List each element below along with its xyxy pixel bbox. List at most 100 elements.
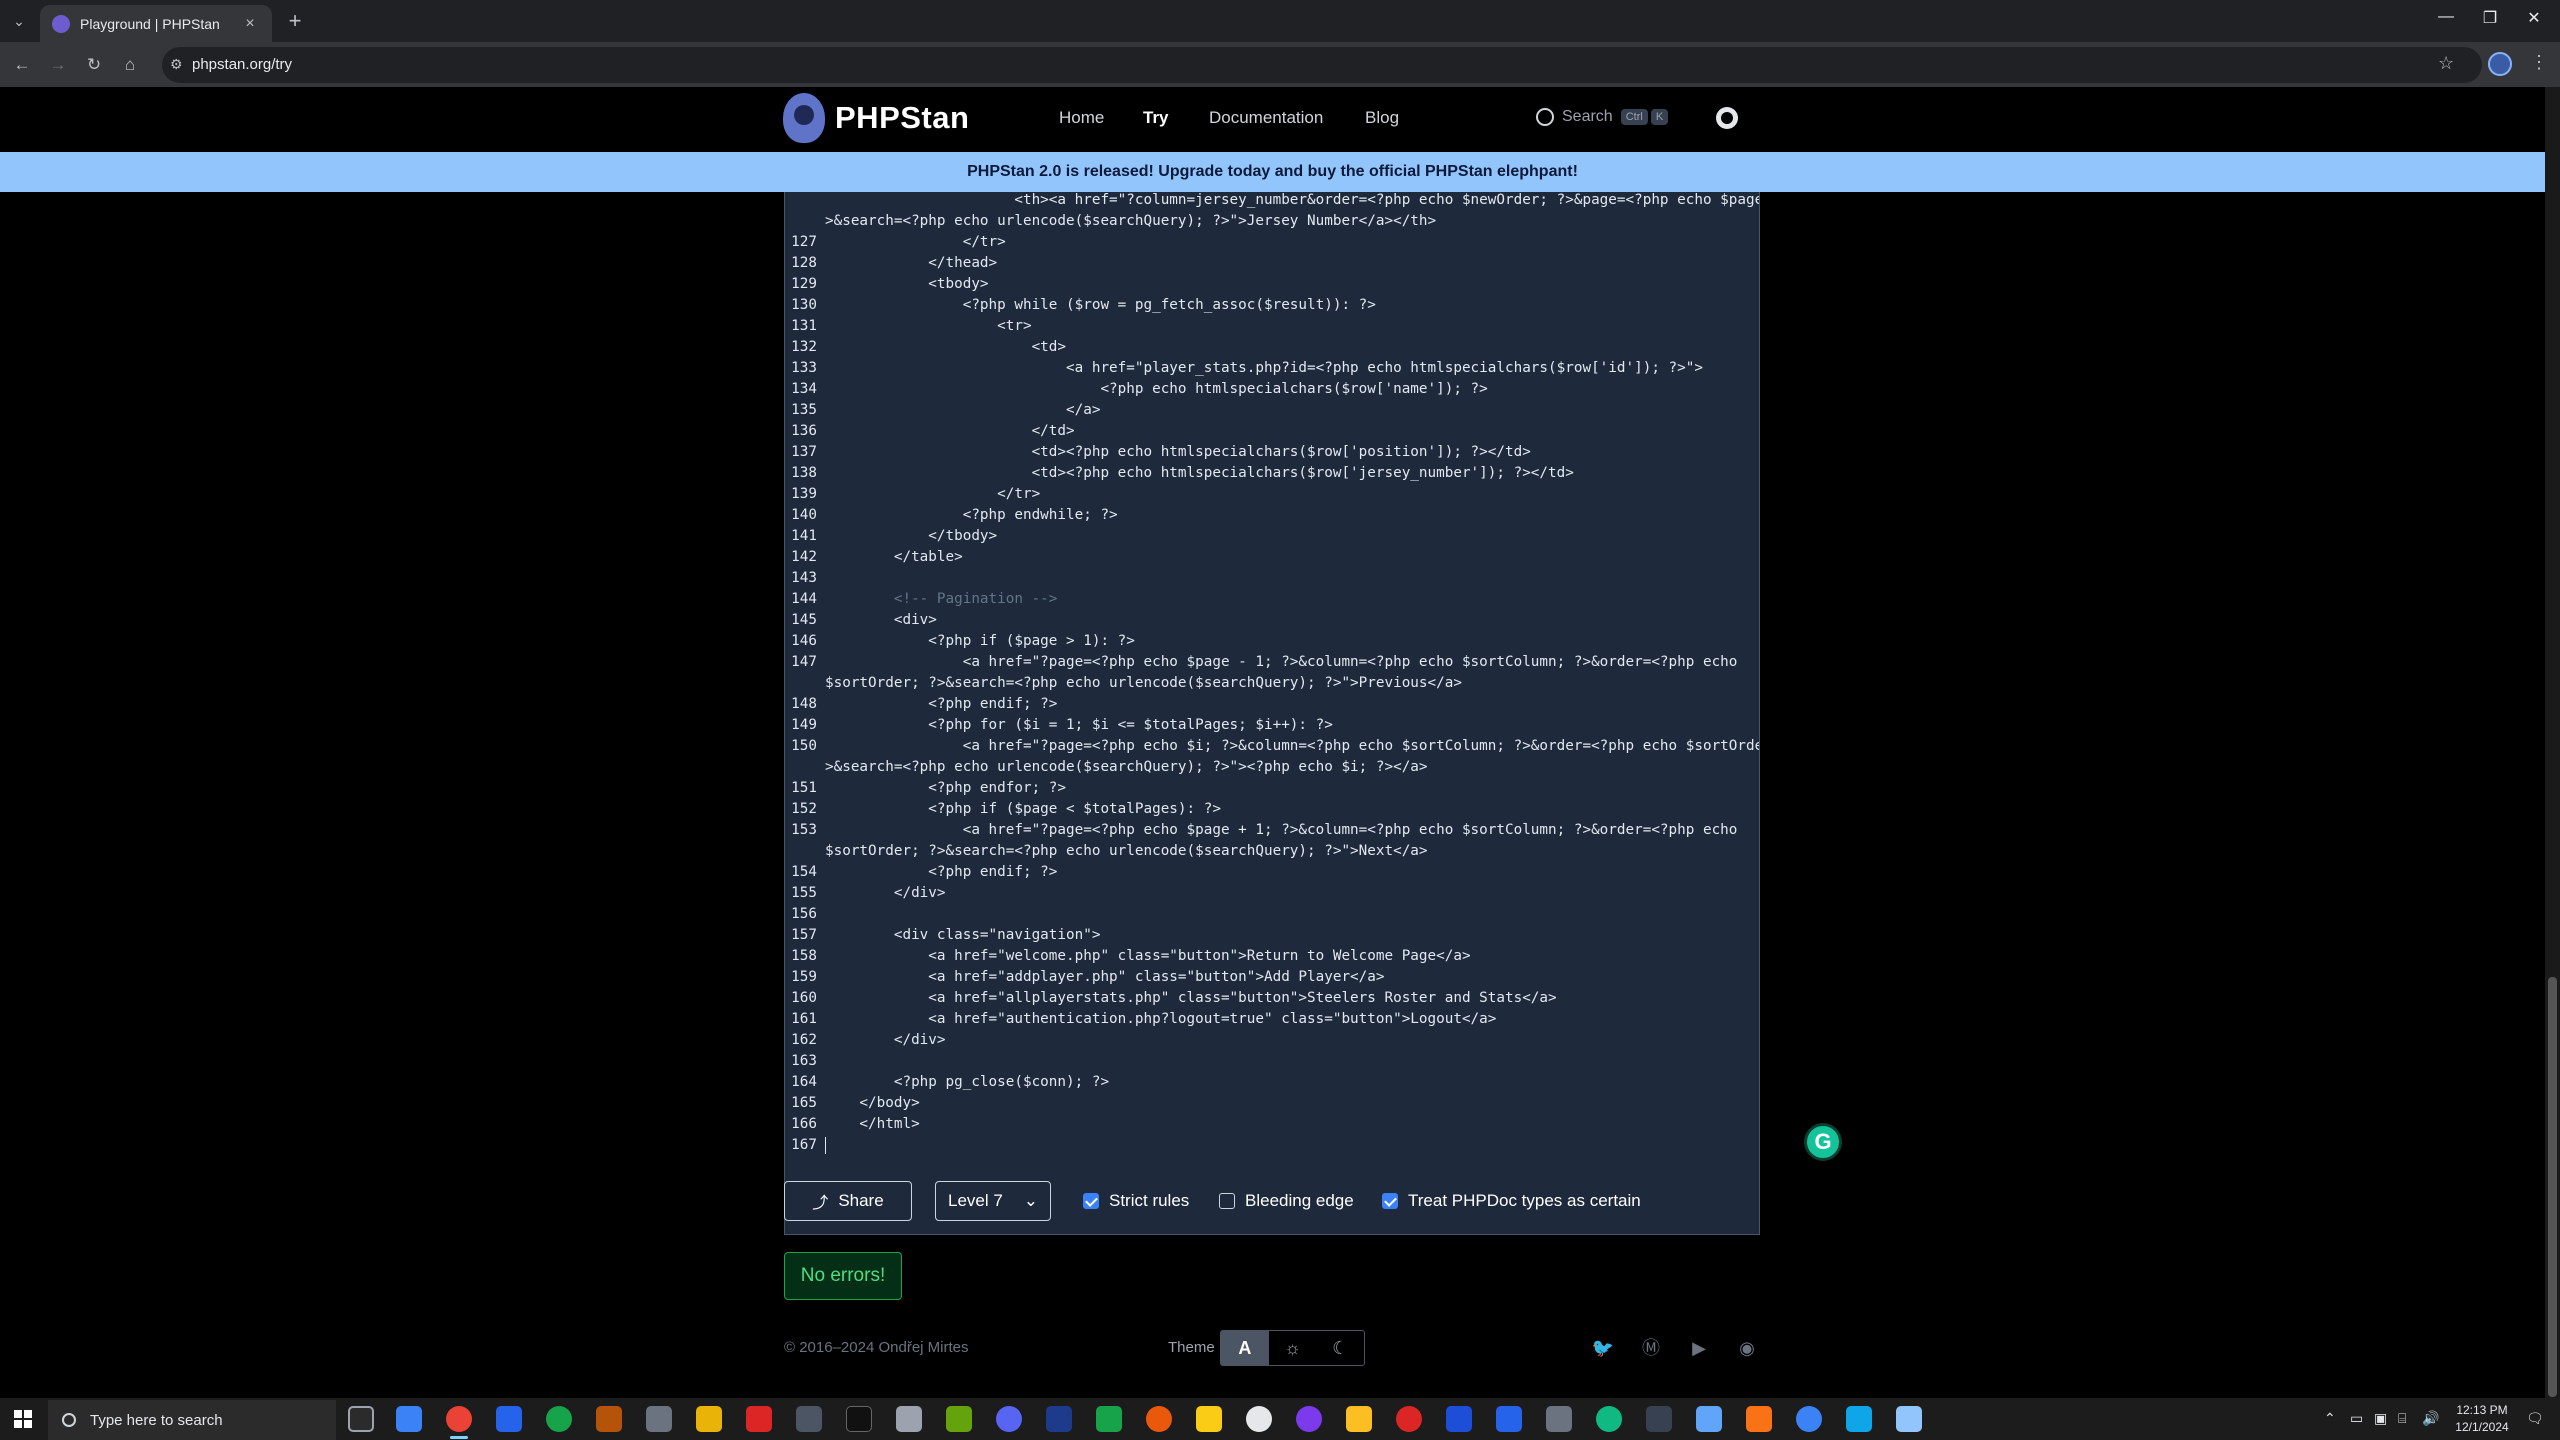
app-icon-15[interactable] [1696, 1406, 1722, 1432]
taskbar-search-box[interactable]: Type here to search [48, 1400, 336, 1440]
address-bar[interactable]: ⚙ phpstan.org/try [162, 47, 2482, 83]
code-line[interactable]: 127 </tr> [785, 232, 1759, 253]
url-text[interactable]: phpstan.org/try [192, 56, 292, 73]
close-tab-icon[interactable]: × [240, 15, 260, 33]
app-icon-17[interactable] [1796, 1406, 1822, 1432]
code-line[interactable]: 129 <tbody> [785, 274, 1759, 295]
theme-dark-button[interactable]: ☾ [1316, 1331, 1364, 1365]
twitter-icon[interactable]: 🐦 [1591, 1336, 1615, 1360]
code-line[interactable]: 145 <div> [785, 610, 1759, 631]
mastodon-icon[interactable]: Ⓜ [1639, 1336, 1663, 1360]
app-icon-8[interactable] [1246, 1406, 1272, 1432]
code-line[interactable]: 148 <?php endif; ?> [785, 694, 1759, 715]
code-line[interactable]: 158 <a href="welcome.php" class="button"… [785, 946, 1759, 967]
vscode-icon[interactable] [1496, 1406, 1522, 1432]
theme-light-button[interactable]: ☼ [1269, 1331, 1317, 1365]
code-line[interactable]: 138 <td><?php echo htmlspecialchars($row… [785, 463, 1759, 484]
code-line[interactable]: 153 <a href="?page=<?php echo $page + 1;… [785, 820, 1759, 841]
search-button[interactable]: Search Ctrl K [1530, 101, 1690, 133]
tab-search-icon[interactable]: ⌄ [8, 10, 30, 32]
code-line[interactable]: 143 [785, 568, 1759, 589]
code-line[interactable]: 139 </tr> [785, 484, 1759, 505]
browser-tab[interactable]: Playground | PHPStan × [40, 5, 272, 42]
code-line[interactable]: 161 <a href="authentication.php?logout=t… [785, 1009, 1759, 1030]
tray-icon-2[interactable]: ▣ [2374, 1410, 2387, 1427]
code-line[interactable]: 154 <?php endif; ?> [785, 862, 1759, 883]
code-line[interactable]: 133 <a href="player_stats.php?id=<?php e… [785, 358, 1759, 379]
app-icon-12[interactable] [1546, 1406, 1572, 1432]
network-icon[interactable]: ⌸ [2398, 1410, 2406, 1427]
code-line[interactable]: 160 <a href="allplayerstats.php" class="… [785, 988, 1759, 1009]
scrollbar-thumb[interactable] [2548, 977, 2557, 1397]
tray-overflow-icon[interactable]: ⌃ [2324, 1410, 2336, 1427]
menu-icon[interactable]: ⋮ [2530, 52, 2548, 73]
app-icon-4[interactable] [846, 1406, 872, 1432]
app-icon-1[interactable] [496, 1406, 522, 1432]
reload-icon[interactable]: ↻ [82, 53, 106, 77]
code-line[interactable]: 136 </td> [785, 421, 1759, 442]
xbox-app-icon[interactable] [1096, 1406, 1122, 1432]
code-line[interactable]: 140 <?php endwhile; ?> [785, 505, 1759, 526]
code-line[interactable]: 142 </table> [785, 547, 1759, 568]
site-logo[interactable]: PHPStan [783, 93, 969, 143]
nav-home[interactable]: Home [1059, 108, 1104, 128]
code-editor[interactable]: <th><a href="?column=jersey_number&order… [784, 192, 1760, 1235]
tray-icon-1[interactable]: ▭ [2350, 1410, 2363, 1427]
site-info-icon[interactable]: ⚙ [170, 56, 183, 73]
code-line[interactable]: 134 <?php echo htmlspecialchars($row['na… [785, 379, 1759, 400]
code-line[interactable]: 130 <?php while ($row = pg_fetch_assoc($… [785, 295, 1759, 316]
treat-phpdoc-checkbox[interactable]: Treat PHPDoc types as certain [1382, 1191, 1641, 1211]
outlook-icon[interactable] [1446, 1406, 1472, 1432]
release-banner[interactable]: PHPStan 2.0 is released! Upgrade today a… [0, 152, 2545, 192]
acrobat-icon[interactable] [746, 1406, 772, 1432]
windows-start-icon[interactable] [14, 1410, 32, 1428]
code-line[interactable]: 137 <td><?php echo htmlspecialchars($row… [785, 442, 1759, 463]
code-line[interactable]: 144 <!-- Pagination --> [785, 589, 1759, 610]
chrome-icon[interactable] [446, 1406, 472, 1432]
bleeding-edge-checkbox[interactable]: Bleeding edge [1219, 1191, 1354, 1211]
github-icon[interactable] [1716, 107, 1738, 129]
code-line[interactable]: 159 <a href="addplayer.php" class="butto… [785, 967, 1759, 988]
code-line[interactable]: 149 <?php for ($i = 1; $i <= $totalPages… [785, 715, 1759, 736]
app-icon-5[interactable] [896, 1406, 922, 1432]
code-line[interactable]: <th><a href="?column=jersey_number&order… [785, 192, 1759, 211]
app-icon-13[interactable] [1596, 1406, 1622, 1432]
code-line[interactable]: 135 </a> [785, 400, 1759, 421]
app-icon-16[interactable] [1746, 1406, 1772, 1432]
task-view-icon[interactable] [348, 1406, 374, 1432]
page-scrollbar[interactable] [2545, 87, 2560, 1413]
home-icon[interactable]: ⌂ [118, 53, 142, 77]
nvidia-icon[interactable] [946, 1406, 972, 1432]
file-icon[interactable] [646, 1406, 672, 1432]
app-icon-6[interactable] [1146, 1406, 1172, 1432]
app-icon-19[interactable] [1896, 1406, 1922, 1432]
close-window-button[interactable]: ✕ [2516, 8, 2552, 28]
level-select[interactable]: Level 7 ⌄ [935, 1181, 1051, 1221]
restore-button[interactable]: ❐ [2472, 8, 2508, 28]
taskbar-clock[interactable]: 12:13 PM 12/1/2024 [2452, 1402, 2512, 1436]
code-line[interactable]: 157 <div class="navigation"> [785, 925, 1759, 946]
notification-icon[interactable]: 🗨 [2526, 1410, 2544, 1427]
app-icon-18[interactable] [1846, 1406, 1872, 1432]
app-icon-2[interactable] [596, 1406, 622, 1432]
code-line[interactable]: 155 </div> [785, 883, 1759, 904]
copilot-icon[interactable] [396, 1406, 422, 1432]
volume-icon[interactable]: 🔊 [2422, 1410, 2439, 1427]
file-explorer-icon[interactable] [696, 1406, 722, 1432]
code-line[interactable]: >&search=<?php echo urlencode($searchQue… [785, 211, 1759, 232]
code-line[interactable]: $sortOrder; ?>&search=<?php echo urlenco… [785, 673, 1759, 694]
code-line[interactable]: 147 <a href="?page=<?php echo $page - 1;… [785, 652, 1759, 673]
grammarly-icon[interactable]: G [1804, 1123, 1842, 1161]
code-line[interactable]: 151 <?php endfor; ?> [785, 778, 1759, 799]
code-line[interactable]: 150 <a href="?page=<?php echo $i; ?>&col… [785, 736, 1759, 757]
app-icon-11[interactable] [1396, 1406, 1422, 1432]
app-icon-9[interactable] [1296, 1406, 1322, 1432]
bleeding-edge-check-icon[interactable] [1219, 1193, 1235, 1209]
code-line[interactable]: 156 [785, 904, 1759, 925]
nav-blog[interactable]: Blog [1365, 108, 1399, 128]
code-line[interactable]: 165 </body> [785, 1093, 1759, 1114]
back-icon[interactable]: ← [10, 53, 34, 77]
discord-icon[interactable] [996, 1406, 1022, 1432]
app-icon-10[interactable] [1346, 1406, 1372, 1432]
app-icon-14[interactable] [1646, 1406, 1672, 1432]
